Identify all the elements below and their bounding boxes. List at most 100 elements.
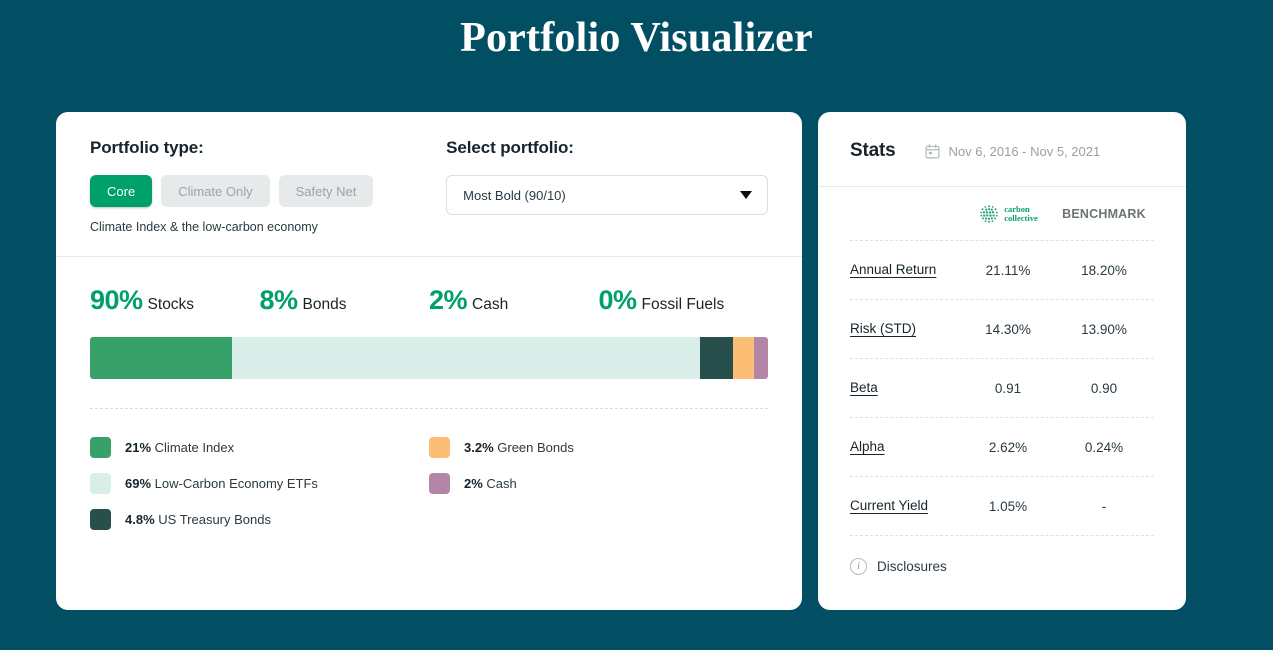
stats-card: Stats Nov 6, 2016 - Nov 5, 2021 [818,112,1186,610]
brand-logo: carbon collective [978,203,1038,225]
legend-name-green-bonds: Green Bonds [497,440,574,455]
portfolio-type-climate-only-button[interactable]: Climate Only [161,175,269,207]
select-portfolio-group: Select portfolio: Most Bold (90/10) [446,138,768,234]
allocation-cash-percent: 2% [429,285,467,316]
stats-row-benchmark-current-yield: - [1056,499,1152,514]
stats-title: Stats [850,140,895,162]
stats-date-range[interactable]: Nov 6, 2016 - Nov 5, 2021 [925,144,1100,159]
legend-percent-green-bonds: 3.2% [464,440,494,455]
carbon-collective-logo: carbon collective [960,203,1056,225]
dotted-circle-icon [978,203,1000,225]
table-row: Beta 0.91 0.90 [850,359,1154,418]
stats-row-portfolio-current-yield: 1.05% [960,499,1056,514]
brand-wordmark: carbon collective [1004,205,1038,223]
allocation-bar-segment [733,337,755,379]
allocation-bar-segment [700,337,733,379]
allocation-section: 90% Stocks 8% Bonds 2% Cash 0% Fossil Fu… [56,257,802,537]
portfolio-type-core-button[interactable]: Core [90,175,152,207]
info-icon: i [850,558,867,575]
portfolio-type-segmented-control: Core Climate Only Safety Net [90,175,446,207]
portfolio-type-label: Portfolio type: [90,138,446,158]
table-row: Risk (STD) 14.30% 13.90% [850,300,1154,359]
stats-header: Stats Nov 6, 2016 - Nov 5, 2021 [818,112,1186,187]
stats-table-header-row: carbon collective BENCHMARK [850,187,1154,241]
stats-row-portfolio-alpha: 2.62% [960,440,1056,455]
legend-column-right: 3.2% Green Bonds 2% Cash [429,429,768,537]
allocation-summary-bonds: 8% Bonds [260,285,430,316]
list-item: 21% Climate Index [90,429,429,465]
calendar-icon [925,144,940,159]
legend-column-left: 21% Climate Index 69% Low-Carbon Economy… [90,429,429,537]
allocation-bar-segment [754,337,768,379]
portfolio-controls: Portfolio type: Core Climate Only Safety… [56,112,802,257]
portfolio-type-safety-net-button[interactable]: Safety Net [279,175,374,207]
allocation-legend: 21% Climate Index 69% Low-Carbon Economy… [90,429,768,537]
portfolio-type-helper-text: Climate Index & the low-carbon economy [90,220,446,234]
legend-name-low-carbon-economy-etfs: Low-Carbon Economy ETFs [155,476,318,491]
stats-row-benchmark-beta: 0.90 [1056,381,1152,396]
stats-row-label-annual-return[interactable]: Annual Return [850,262,936,277]
stats-benchmark-header: BENCHMARK [1056,207,1152,221]
stats-row-label-risk-std[interactable]: Risk (STD) [850,321,916,336]
allocation-bar-segment [232,337,700,379]
table-row: Annual Return 21.11% 18.20% [850,241,1154,300]
stats-row-label-beta[interactable]: Beta [850,380,878,395]
allocation-bar-chart [90,337,768,379]
stats-row-portfolio-annual-return: 21.11% [960,263,1056,278]
allocation-stocks-label: Stocks [148,296,195,314]
main-board: Portfolio type: Core Climate Only Safety… [56,112,1186,610]
list-item: 3.2% Green Bonds [429,429,768,465]
stats-date-range-text: Nov 6, 2016 - Nov 5, 2021 [948,144,1100,159]
table-row: Current Yield 1.05% - [850,477,1154,536]
allocation-fossil-fuels-label: Fossil Fuels [642,296,725,314]
allocation-summary-stocks: 90% Stocks [90,285,260,316]
stats-row-label-current-yield[interactable]: Current Yield [850,498,928,513]
list-item: 2% Cash [429,465,768,501]
allocation-bonds-label: Bonds [303,296,347,314]
brand-name-line-2: collective [1004,213,1038,223]
legend-name-us-treasury-bonds: US Treasury Bonds [158,512,271,527]
allocation-fossil-fuels-percent: 0% [599,285,637,316]
table-row: Alpha 2.62% 0.24% [850,418,1154,477]
stats-row-label-alpha[interactable]: Alpha [850,439,885,454]
allocation-cash-label: Cash [472,296,508,314]
allocation-bar-segment [90,337,232,379]
stats-row-benchmark-annual-return: 18.20% [1056,263,1152,278]
allocation-stocks-percent: 90% [90,285,143,316]
legend-swatch-low-carbon-economy-etfs [90,473,111,494]
legend-percent-us-treasury-bonds: 4.8% [125,512,155,527]
legend-label-climate-index: 21% Climate Index [125,440,234,455]
allocation-bonds-percent: 8% [260,285,298,316]
page-title: Portfolio Visualizer [0,0,1273,63]
legend-name-climate-index: Climate Index [155,440,234,455]
allocation-summary-cash: 2% Cash [429,285,599,316]
select-portfolio-value: Most Bold (90/10) [463,188,566,203]
select-portfolio-label: Select portfolio: [446,138,768,158]
legend-percent-cash: 2% [464,476,483,491]
stats-row-benchmark-risk-std: 13.90% [1056,322,1152,337]
legend-label-low-carbon-economy-etfs: 69% Low-Carbon Economy ETFs [125,476,318,491]
disclosures-row[interactable]: i Disclosures [818,536,1186,575]
portfolio-type-group: Portfolio type: Core Climate Only Safety… [90,138,446,234]
legend-label-green-bonds: 3.2% Green Bonds [464,440,574,455]
legend-name-cash: Cash [486,476,516,491]
allocation-summary: 90% Stocks 8% Bonds 2% Cash 0% Fossil Fu… [90,285,768,316]
stats-row-portfolio-risk-std: 14.30% [960,322,1056,337]
list-item: 4.8% US Treasury Bonds [90,501,429,537]
stats-row-portfolio-beta: 0.91 [960,381,1056,396]
legend-percent-climate-index: 21% [125,440,151,455]
legend-swatch-us-treasury-bonds [90,509,111,530]
legend-swatch-cash [429,473,450,494]
allocation-summary-fossil-fuels: 0% Fossil Fuels [599,285,769,316]
legend-label-us-treasury-bonds: 4.8% US Treasury Bonds [125,512,271,527]
allocation-divider [90,408,768,409]
select-portfolio-dropdown[interactable]: Most Bold (90/10) [446,175,768,215]
list-item: 69% Low-Carbon Economy ETFs [90,465,429,501]
portfolio-card: Portfolio type: Core Climate Only Safety… [56,112,802,610]
disclosures-label[interactable]: Disclosures [877,559,947,574]
stats-table: carbon collective BENCHMARK Annual Retur… [818,187,1186,536]
legend-swatch-climate-index [90,437,111,458]
legend-swatch-green-bonds [429,437,450,458]
legend-percent-low-carbon-economy-etfs: 69% [125,476,151,491]
legend-label-cash: 2% Cash [464,476,517,491]
